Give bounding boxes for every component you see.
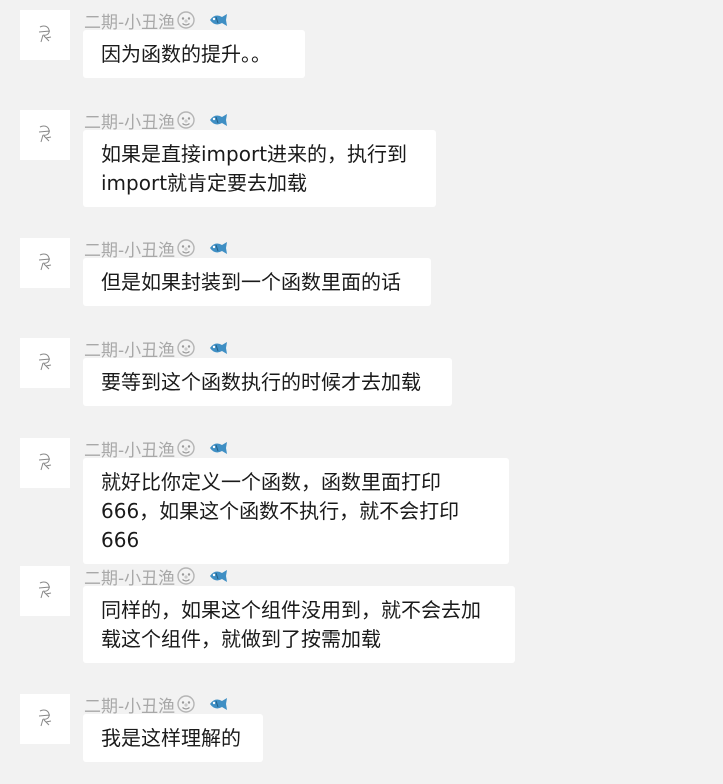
- sender-name-row: 二期-小丑渔: [84, 110, 228, 133]
- sender-name-row: 二期-小丑渔: [84, 238, 228, 261]
- message-bubble[interactable]: 要等到这个函数执行的时候才去加载: [83, 358, 452, 406]
- fish-icon: [208, 696, 228, 712]
- message-bubble[interactable]: 同样的，如果这个组件没用到，就不会去加载这个组件，就做到了按需加载: [83, 586, 515, 663]
- sender-name: 二期-小丑渔: [84, 12, 176, 33]
- message-bubble[interactable]: 如果是直接import进来的，执行到import就肯定要去加载: [83, 130, 436, 207]
- sender-name: 二期-小丑渔: [84, 568, 176, 589]
- sketch-figure-icon: [38, 125, 52, 143]
- sender-name-row: 二期-小丑渔: [84, 694, 228, 717]
- avatar[interactable]: [20, 566, 70, 616]
- sender-name-row: 二期-小丑渔: [84, 566, 228, 589]
- sketch-figure-icon: [38, 709, 52, 727]
- clown-face-icon: [176, 566, 196, 586]
- message-text: 就好比你定义一个函数，函数里面打印666，如果这个函数不执行，就不会打印666: [101, 470, 460, 552]
- avatar[interactable]: [20, 438, 70, 488]
- fish-icon: [208, 112, 228, 128]
- sender-name-row: 二期-小丑渔: [84, 338, 228, 361]
- avatar[interactable]: [20, 238, 70, 288]
- fish-icon: [208, 440, 228, 456]
- message-text: 但是如果封装到一个函数里面的话: [101, 270, 401, 294]
- clown-face-icon: [176, 338, 196, 358]
- fish-icon: [208, 240, 228, 256]
- message-text: 我是这样理解的: [101, 726, 241, 750]
- sender-name: 二期-小丑渔: [84, 240, 176, 261]
- sketch-figure-icon: [38, 253, 52, 271]
- message-text: 如果是直接import进来的，执行到import就肯定要去加载: [101, 142, 408, 195]
- sketch-figure-icon: [38, 581, 52, 599]
- sketch-figure-icon: [38, 453, 52, 471]
- clown-face-icon: [176, 694, 196, 714]
- clown-face-icon: [176, 438, 196, 458]
- avatar[interactable]: [20, 110, 70, 160]
- message-text: 因为函数的提升。。: [101, 42, 271, 66]
- fish-icon: [208, 12, 228, 28]
- message-text: 同样的，如果这个组件没用到，就不会去加载这个组件，就做到了按需加载: [101, 598, 481, 651]
- fish-icon: [208, 568, 228, 584]
- sketch-figure-icon: [38, 25, 52, 43]
- chat-message-list: 二期-小丑渔 因为函数的提升。。 二期-小丑渔 如果是直接import进来的，执…: [0, 0, 723, 784]
- message-text: 要等到这个函数执行的时候才去加载: [101, 370, 421, 394]
- avatar[interactable]: [20, 10, 70, 60]
- sender-name: 二期-小丑渔: [84, 440, 176, 461]
- message-bubble[interactable]: 因为函数的提升。。: [83, 30, 305, 78]
- sender-name: 二期-小丑渔: [84, 340, 176, 361]
- clown-face-icon: [176, 110, 196, 130]
- sender-name-row: 二期-小丑渔: [84, 438, 228, 461]
- message-bubble[interactable]: 就好比你定义一个函数，函数里面打印666，如果这个函数不执行，就不会打印666: [83, 458, 509, 564]
- avatar[interactable]: [20, 694, 70, 744]
- fish-icon: [208, 340, 228, 356]
- sketch-figure-icon: [38, 353, 52, 371]
- sender-name: 二期-小丑渔: [84, 112, 176, 133]
- avatar[interactable]: [20, 338, 70, 388]
- message-bubble[interactable]: 但是如果封装到一个函数里面的话: [83, 258, 431, 306]
- sender-name: 二期-小丑渔: [84, 696, 176, 717]
- message-bubble[interactable]: 我是这样理解的: [83, 714, 263, 762]
- clown-face-icon: [176, 10, 196, 30]
- sender-name-row: 二期-小丑渔: [84, 10, 228, 33]
- clown-face-icon: [176, 238, 196, 258]
